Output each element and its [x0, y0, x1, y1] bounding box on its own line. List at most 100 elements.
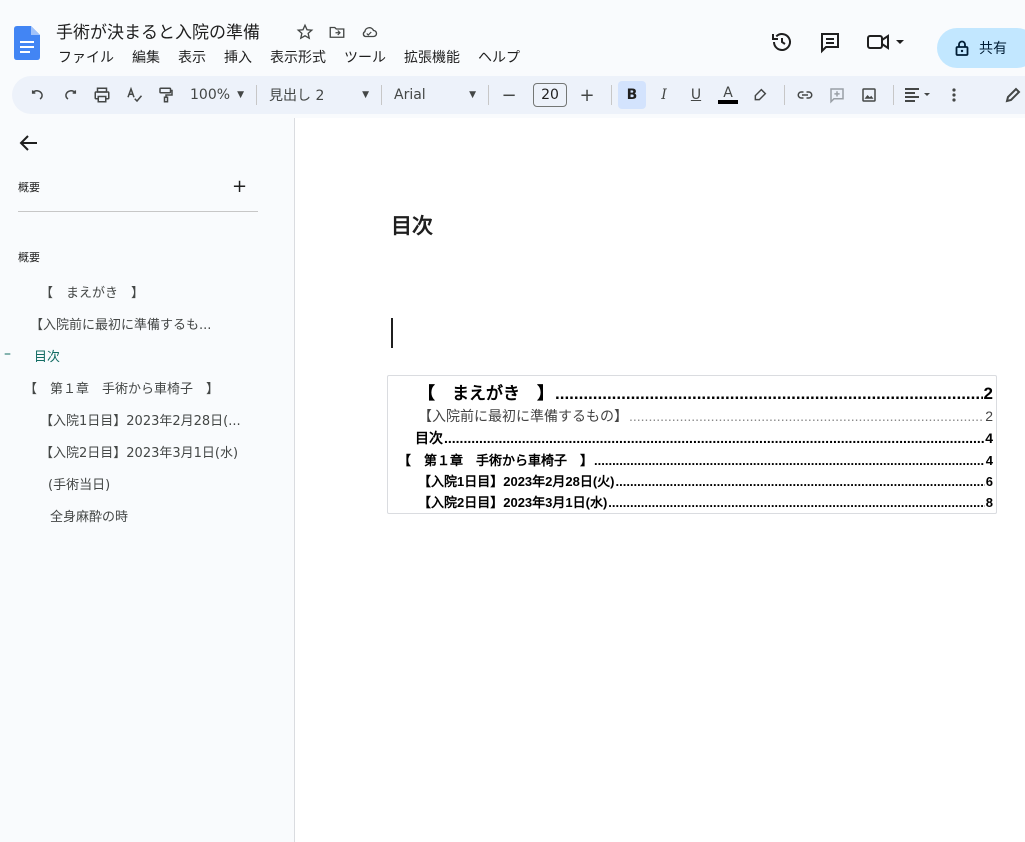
comments-icon[interactable] [816, 28, 844, 56]
menu-tools[interactable]: ツール [342, 46, 388, 68]
toc-leader-dots [444, 430, 984, 446]
outline-item-current[interactable]: 目次 [34, 346, 264, 365]
text-color-letter: A [723, 85, 733, 101]
document-outline-panel: 概要 + 概要 【 まえがき 】 【入院前に最初に準備するも... – 目次 【… [0, 118, 294, 842]
docs-logo-icon[interactable] [14, 26, 40, 60]
star-icon[interactable] [294, 21, 316, 43]
toc-entry-title: 【入院前に最初に準備するもの】 [418, 408, 628, 424]
italic-button[interactable]: I [650, 81, 678, 109]
toolbar-divider [611, 85, 612, 105]
font-value: Arial [394, 87, 426, 103]
print-icon[interactable] [88, 81, 116, 109]
redo-icon[interactable] [56, 81, 84, 109]
share-label: 共有 [979, 41, 1007, 57]
toc-entry-page: 2 [983, 384, 993, 403]
share-button[interactable]: 共有 [937, 28, 1025, 68]
insert-link-icon[interactable] [791, 81, 819, 109]
document-page[interactable]: 目次 【 まえがき 】 2 【入院前に最初に準備するもの】 2 目次 4 【 第… [295, 118, 1025, 842]
document-heading[interactable]: 目次 [391, 210, 433, 240]
toc-entry[interactable]: 【入院2日目】2023年3月1日(水) 8 [418, 492, 993, 511]
toc-leader-dots [616, 474, 985, 489]
toc-leader-dots [594, 453, 985, 468]
menu-extensions[interactable]: 拡張機能 [402, 46, 462, 68]
toc-entry[interactable]: 【 第１章 手術から車椅子 】 4 [398, 450, 993, 469]
menu-file[interactable]: ファイル [56, 46, 116, 68]
editing-mode-icon[interactable] [1000, 81, 1025, 109]
toc-leader-dots [629, 408, 984, 424]
outline-heading: 概要 [18, 251, 40, 264]
toolbar-divider [488, 85, 489, 105]
outline-item[interactable]: 【入院前に最初に準備するも... [30, 314, 270, 333]
chevron-down-icon: ▼ [469, 90, 476, 100]
paragraph-style-select[interactable]: 見出し 2 ▼ [263, 81, 375, 109]
increase-font-size-button[interactable]: + [573, 81, 601, 109]
toc-leader-dots [608, 495, 984, 510]
insert-image-icon[interactable] [855, 81, 883, 109]
toc-entry-title: 【 第１章 手術から車椅子 】 [398, 453, 594, 468]
zoom-value: 100% [190, 87, 231, 103]
outline-item[interactable]: 【入院2日目】2023年3月1日(水) [40, 442, 280, 461]
toc-leader-dots [555, 384, 983, 404]
toc-entry[interactable]: 【 まえがき 】 2 [418, 379, 993, 404]
toc-entry[interactable]: 【入院前に最初に準備するもの】 2 [418, 406, 993, 426]
decrease-font-size-button[interactable]: − [495, 81, 523, 109]
menu-edit[interactable]: 編集 [130, 46, 162, 68]
text-color-swatch [718, 100, 738, 104]
text-color-button[interactable]: A [714, 81, 742, 109]
toc-entry-page: 6 [985, 474, 993, 489]
chevron-down-icon: ▼ [237, 90, 244, 100]
table-of-contents[interactable]: 【 まえがき 】 2 【入院前に最初に準備するもの】 2 目次 4 【 第１章 … [387, 375, 997, 514]
zoom-select[interactable]: 100% ▼ [184, 81, 250, 109]
outline-item[interactable]: 【 第１章 手術から車椅子 】 [24, 378, 274, 397]
outline-item[interactable]: 【入院1日目】2023年2月28日(... [40, 410, 270, 429]
formatting-toolbar: 100% ▼ 見出し 2 ▼ Arial ▼ − 20 + B I U A [12, 76, 1025, 114]
text-cursor [391, 318, 393, 348]
lock-icon [955, 40, 969, 56]
menu-insert[interactable]: 挿入 [222, 46, 254, 68]
underline-button[interactable]: U [682, 81, 710, 109]
move-folder-icon[interactable] [326, 21, 348, 43]
menu-view[interactable]: 表示 [176, 46, 208, 68]
font-select[interactable]: Arial ▼ [388, 81, 482, 109]
toc-entry-title: 【 まえがき 】 [418, 384, 554, 403]
font-size-input[interactable]: 20 [533, 83, 567, 107]
toc-entry-title: 【入院2日目】2023年3月1日(水) [418, 495, 608, 510]
paint-format-icon[interactable] [152, 81, 180, 109]
outline-item[interactable]: 全身麻酔の時 [50, 506, 270, 525]
bold-button[interactable]: B [618, 81, 646, 109]
add-comment-icon[interactable] [823, 81, 851, 109]
toc-entry[interactable]: 目次 4 [415, 428, 993, 448]
current-heading-marker: – [4, 346, 11, 362]
title-bar: 手術が決まると入院の準備 ファイル 編集 表示 挿入 表示形式 ツール 拡張機能… [0, 8, 1025, 72]
paragraph-style-value: 見出し 2 [269, 88, 325, 104]
add-summary-icon[interactable]: + [232, 176, 247, 197]
toolbar-divider [381, 85, 382, 105]
cloud-status-icon[interactable] [358, 21, 380, 43]
menu-format[interactable]: 表示形式 [268, 46, 328, 68]
toolbar-divider [893, 85, 894, 105]
toc-entry-title: 目次 [415, 430, 443, 446]
menu-bar: ファイル 編集 表示 挿入 表示形式 ツール 拡張機能 ヘルプ [56, 46, 522, 68]
more-options-icon[interactable] [940, 81, 968, 109]
align-left-icon[interactable] [900, 81, 936, 109]
toc-entry-page: 2 [985, 408, 993, 424]
outline-item[interactable]: 【 まえがき 】 [40, 282, 270, 301]
outline-divider [18, 211, 258, 212]
chevron-down-icon: ▼ [362, 90, 369, 100]
toc-entry-page: 4 [985, 430, 993, 446]
version-history-icon[interactable] [768, 28, 796, 56]
undo-icon[interactable] [24, 81, 52, 109]
summary-heading: 概要 [18, 181, 40, 194]
document-title[interactable]: 手術が決まると入院の準備 [56, 18, 260, 43]
spellcheck-icon[interactable] [120, 81, 148, 109]
highlight-pen-icon[interactable] [746, 81, 774, 109]
outline-item[interactable]: (手術当日) [48, 474, 268, 493]
toc-entry-page: 4 [985, 453, 993, 468]
menu-help[interactable]: ヘルプ [476, 46, 522, 68]
toolbar-divider [784, 85, 785, 105]
toc-entry-page: 8 [985, 495, 993, 510]
meet-icon[interactable] [864, 28, 908, 56]
toc-entry[interactable]: 【入院1日目】2023年2月28日(火) 6 [418, 471, 993, 490]
toc-entry-title: 【入院1日目】2023年2月28日(火) [418, 474, 615, 489]
back-arrow-icon[interactable] [18, 132, 40, 154]
